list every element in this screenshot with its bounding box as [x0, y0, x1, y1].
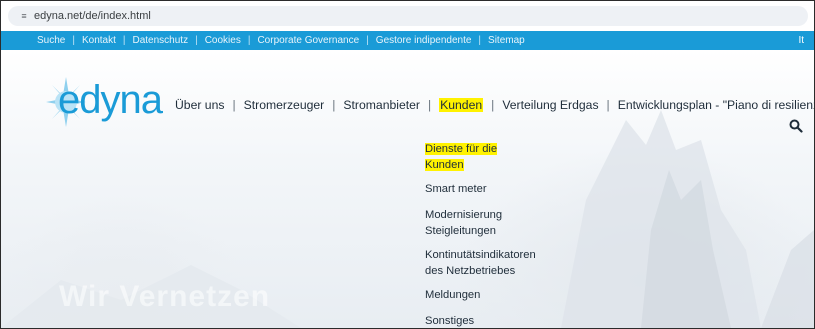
dropdown-item-label: des Netzbetriebes [425, 265, 516, 277]
nav-item-entwicklungsplan-piano-di-resilienza[interactable]: Entwicklungsplan - "Piano di resilienza" [618, 98, 814, 112]
dropdown-item-modernisierung[interactable]: Modernisierung Steigleitungen [425, 207, 605, 239]
utility-link-sitemap[interactable]: Sitemap [488, 35, 525, 46]
edyna-logo[interactable]: edyna [44, 75, 163, 129]
utility-link-datenschutz[interactable]: Datenschutz [133, 35, 189, 46]
utility-link-kontakt[interactable]: Kontakt [82, 35, 116, 46]
utility-link-suche[interactable]: Suche [37, 35, 65, 46]
nav-item-stromanbieter[interactable]: Stromanbieter [343, 98, 420, 112]
dropdown-item-label: Sonstiges [425, 315, 475, 327]
utility-nav-separator: | [195, 35, 198, 46]
utility-nav-separator: | [72, 35, 75, 46]
dropdown-item-label: Kontinutätsindikatoren [425, 249, 536, 261]
main-nav: Über uns | Stromerzeuger | Stromanbieter | Kun… [175, 97, 814, 113]
logo-text: edyna [58, 78, 163, 122]
dropdown-item-label: Modernisierung [425, 209, 503, 221]
site-info-icon[interactable]: ≡ [18, 9, 30, 23]
utility-link-cookies[interactable]: Cookies [205, 35, 241, 46]
dropdown-item-dienste-für-die[interactable]: Dienste für die Kunden [425, 141, 605, 173]
dropdown-item-sonstiges[interactable]: Sonstiges [425, 313, 605, 328]
hero-heading: Wir Vernetzen [59, 280, 271, 313]
main-nav-separator: | [491, 98, 495, 112]
utility-nav: Suche | Kontakt | Datenschutz | Cookies | Corpor… [37, 31, 525, 50]
main-nav-separator: | [427, 98, 432, 112]
utility-nav-separator: | [122, 35, 126, 46]
url-field[interactable]: ≡ edyna.net/de/index.html [8, 6, 808, 26]
nav-item-verteilung-erdgas[interactable]: Verteilung Erdgas [502, 98, 598, 112]
utility-nav-separator: | [478, 35, 482, 46]
main-nav-separator: | [332, 98, 336, 112]
dropdown-item-smart-meter[interactable]: Smart meter [425, 181, 605, 197]
dropdown-item-label: Dienste für die [425, 143, 498, 155]
language-switch-it[interactable]: It [798, 31, 804, 50]
nav-item-über-uns[interactable]: Über uns [175, 98, 224, 112]
search-icon[interactable] [789, 119, 803, 133]
utility-nav-separator: | [366, 35, 369, 46]
dropdown-item-label: Kunden [425, 159, 464, 171]
main-nav-separator: | [606, 98, 610, 112]
dropdown-item-label: Smart meter [425, 183, 487, 195]
dropdown-item-kontinutätsindikatoren[interactable]: Kontinutätsindikatoren des Netzbetriebes [425, 247, 605, 279]
utility-nav-separator: | [247, 35, 251, 46]
utility-bar: Suche | Kontakt | Datenschutz | Cookies | Corpor… [1, 31, 814, 50]
url-text[interactable]: edyna.net/de/index.html [34, 6, 151, 26]
utility-link-corporate-governance[interactable]: Corporate Governance [257, 35, 359, 46]
dropdown-item-meldungen[interactable]: Meldungen [425, 287, 605, 303]
address-bar: ≡ edyna.net/de/index.html [1, 1, 814, 31]
dropdown-item-label: Meldungen [425, 289, 481, 301]
dropdown-item-label: Steigleitungen [425, 225, 496, 237]
main-nav-separator: | [232, 98, 236, 112]
kunden-dropdown-menu: Dienste für die Kunden Smart meter Modernis… [425, 141, 605, 328]
browser-window: ≡ edyna.net/de/index.html Suche | Kontakt |… [0, 0, 815, 329]
utility-link-gestore-indipendente[interactable]: Gestore indipendente [376, 35, 472, 46]
nav-item-stromerzeuger[interactable]: Stromerzeuger [244, 98, 325, 112]
nav-item-kunden[interactable]: Kunden [439, 98, 484, 112]
